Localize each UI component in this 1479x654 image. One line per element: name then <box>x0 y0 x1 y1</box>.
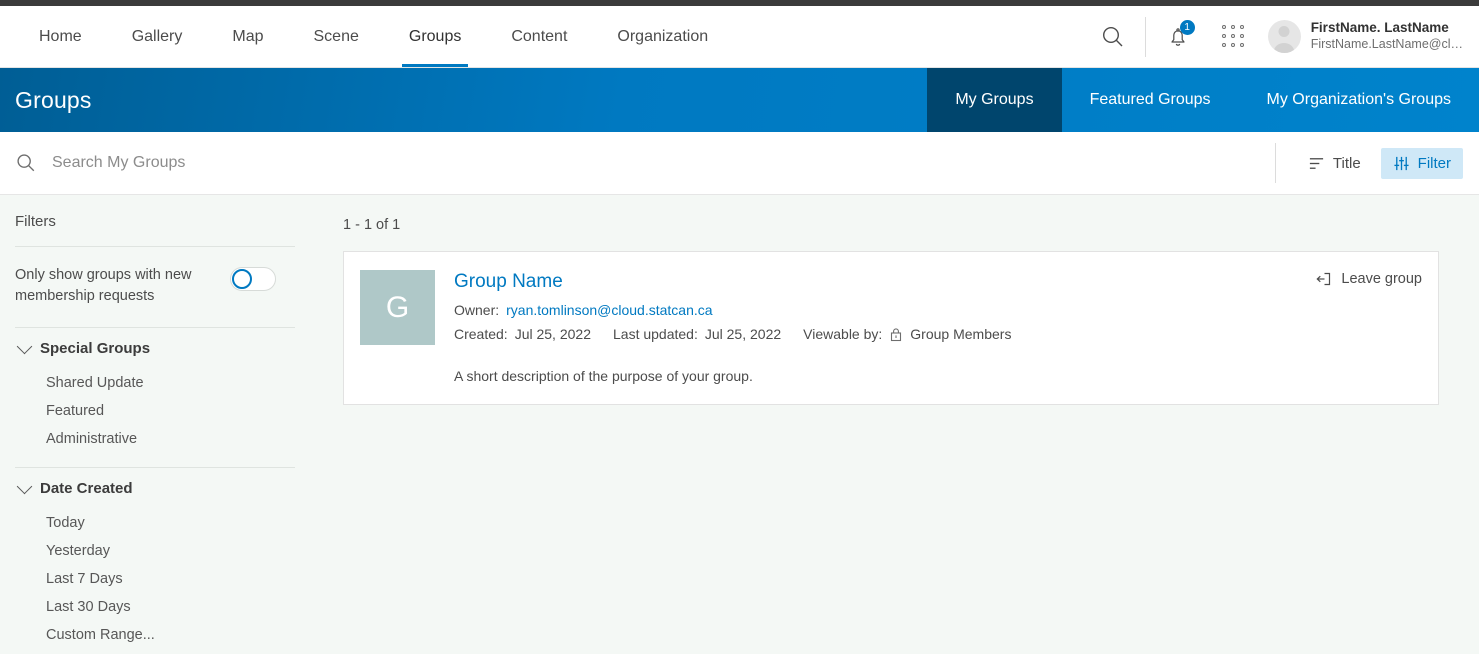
nav-item-home[interactable]: Home <box>14 6 107 67</box>
facet-item-custom-range[interactable]: Custom Range... <box>46 621 295 649</box>
app-grid-icon <box>1222 25 1245 48</box>
facet-item-shared-update[interactable]: Shared Update <box>46 369 295 397</box>
filter-sliders-icon <box>1394 156 1409 170</box>
search-input[interactable] <box>50 153 1184 173</box>
filters-sidebar: Filters Only show groups with new member… <box>0 195 310 654</box>
leave-group-button[interactable]: Leave group <box>1315 270 1422 288</box>
avatar <box>1267 20 1301 53</box>
nav-item-label: Scene <box>313 27 359 45</box>
primary-nav-links: Home Gallery Map Scene Groups Content Or… <box>0 6 1085 67</box>
filter-button-label: Filter <box>1417 154 1451 172</box>
page-banner: Groups My Groups Featured Groups My Orga… <box>0 68 1479 132</box>
facet-item-yesterday[interactable]: Yesterday <box>46 537 295 565</box>
membership-requests-label: Only show groups with new membership req… <box>15 267 192 305</box>
nav-item-content[interactable]: Content <box>486 6 592 67</box>
sort-button[interactable]: Title <box>1296 148 1373 179</box>
leave-group-label: Leave group <box>1341 271 1422 287</box>
search-icon <box>1102 26 1123 46</box>
lock-icon <box>891 328 902 341</box>
user-menu[interactable]: FirstName. LastName FirstName.LastName@c… <box>1262 20 1479 53</box>
user-email: FirstName.LastName@cl… <box>1310 37 1463 52</box>
search-icon <box>17 154 35 172</box>
nav-item-label: Organization <box>617 27 709 45</box>
nav-item-scene[interactable]: Scene <box>289 6 384 67</box>
tab-label: Featured Groups <box>1089 91 1211 108</box>
leave-group-icon <box>1316 272 1331 286</box>
facet-special-groups-list: Shared Update Featured Administrative <box>15 363 295 457</box>
updated-value: Jul 25, 2022 <box>704 325 782 342</box>
nav-item-label: Map <box>232 27 264 45</box>
chevron-down-icon <box>16 338 33 354</box>
membership-requests-filter: Only show groups with new membership req… <box>15 247 295 327</box>
owner-label: Owner: <box>454 301 500 318</box>
facet-title: Special Groups <box>40 340 151 358</box>
nav-divider <box>1144 16 1146 57</box>
search-row-tools: Title Filter <box>1276 147 1479 179</box>
sort-button-label: Title <box>1332 154 1361 172</box>
notifications-button[interactable]: 1 <box>1150 6 1206 68</box>
filter-button[interactable]: Filter <box>1380 147 1463 179</box>
group-meta-line: Created: Jul 25, 2022 Last updated: Jul … <box>454 323 1422 347</box>
viewable-value: Group Members <box>910 325 1012 342</box>
group-description: A short description of the purpose of yo… <box>454 368 753 385</box>
sort-descending-icon <box>1309 157 1323 169</box>
page-body: Filters Only show groups with new member… <box>0 195 1479 654</box>
facet-item-today[interactable]: Today <box>46 509 295 537</box>
facet-date-created: Date Created Today Yesterday Last 7 Days… <box>15 468 295 654</box>
created-label: Created: <box>454 325 508 342</box>
facet-item-administrative[interactable]: Administrative <box>46 425 295 453</box>
tab-my-groups[interactable]: My Groups <box>927 68 1062 132</box>
tab-featured-groups[interactable]: Featured Groups <box>1062 68 1239 132</box>
tab-label: My Groups <box>955 91 1034 108</box>
user-text: FirstName. LastName FirstName.LastName@c… <box>1311 20 1463 53</box>
facet-title: Date Created <box>40 480 133 498</box>
facet-special-groups-header[interactable]: Special Groups <box>15 338 295 363</box>
group-owner-line: Owner: ryan.tomlinson@cloud.statcan.ca <box>454 299 1422 323</box>
search-box <box>0 132 1275 194</box>
result-count: 1 - 1 of 1 <box>343 217 401 233</box>
user-name: FirstName. LastName <box>1310 20 1449 36</box>
membership-requests-toggle[interactable] <box>230 267 276 291</box>
group-thumbnail: G <box>360 270 435 345</box>
facet-date-created-list: Today Yesterday Last 7 Days Last 30 Days… <box>15 503 295 653</box>
created-value: Jul 25, 2022 <box>514 325 591 342</box>
nav-item-label: Content <box>511 27 568 45</box>
facet-item-featured[interactable]: Featured <box>46 397 295 425</box>
group-card-body: Group Name Owner: ryan.tomlinson@cloud.s… <box>454 270 1422 384</box>
updated-label: Last updated: <box>613 325 698 342</box>
nav-item-label: Home <box>39 27 82 45</box>
filters-heading: Filters <box>15 213 56 230</box>
chevron-down-icon <box>16 478 33 494</box>
tab-my-organizations-groups[interactable]: My Organization's Groups <box>1239 68 1479 132</box>
group-title-link[interactable]: Group Name <box>454 270 1422 294</box>
notification-badge: 1 <box>1179 19 1195 35</box>
nav-item-organization[interactable]: Organization <box>592 6 733 67</box>
app-launcher-button[interactable] <box>1206 6 1262 68</box>
facet-item-last-7-days[interactable]: Last 7 Days <box>46 565 295 593</box>
primary-nav: Home Gallery Map Scene Groups Content Or… <box>0 6 1479 68</box>
group-card: G Group Name Owner: ryan.tomlinson@cloud… <box>343 251 1439 406</box>
search-row: Title Filter <box>0 132 1479 195</box>
facet-date-created-header[interactable]: Date Created <box>15 478 295 503</box>
search-button[interactable] <box>1085 6 1141 68</box>
nav-item-label: Gallery <box>131 27 183 45</box>
primary-nav-actions: 1 FirstName. LastName FirstName.LastName… <box>1085 6 1479 67</box>
banner-tabs: My Groups Featured Groups My Organizatio… <box>927 68 1479 132</box>
nav-item-map[interactable]: Map <box>207 6 288 67</box>
nav-item-groups[interactable]: Groups <box>384 6 486 67</box>
toggle-knob <box>232 269 252 289</box>
nav-item-gallery[interactable]: Gallery <box>107 6 208 67</box>
facet-special-groups: Special Groups Shared Update Featured Ad… <box>15 328 295 467</box>
tab-label: My Organization's Groups <box>1266 91 1451 108</box>
page-title: Groups <box>15 86 92 113</box>
facet-item-last-30-days[interactable]: Last 30 Days <box>46 593 295 621</box>
viewable-label: Viewable by: <box>803 325 883 342</box>
nav-item-label: Groups <box>408 27 462 45</box>
owner-link[interactable]: ryan.tomlinson@cloud.statcan.ca <box>506 299 712 323</box>
results-panel: 1 - 1 of 1 G Group Name Owner: ryan.toml… <box>310 195 1479 654</box>
